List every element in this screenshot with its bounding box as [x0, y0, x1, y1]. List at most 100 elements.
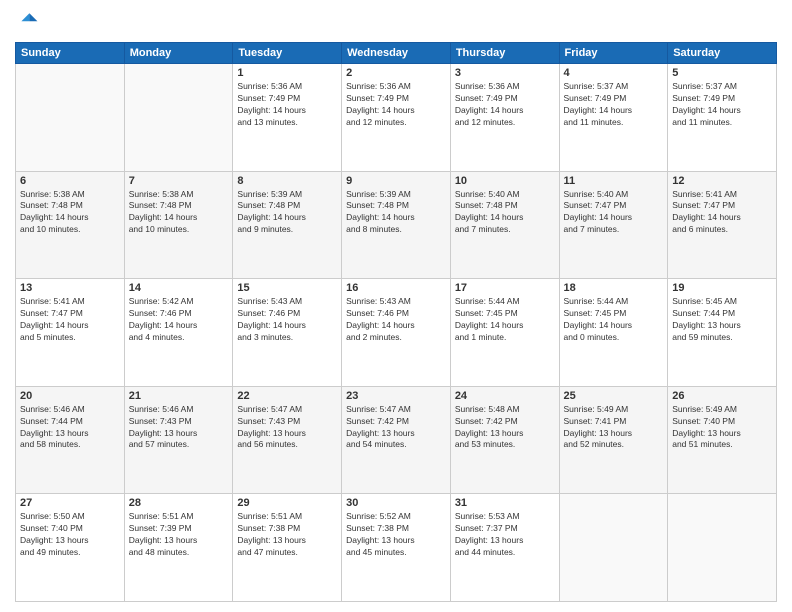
- cell-info: Sunrise: 5:48 AM Sunset: 7:42 PM Dayligh…: [455, 404, 555, 452]
- calendar-cell: 18 Sunrise: 5:44 AM Sunset: 7:45 PM Dayli…: [559, 279, 668, 387]
- cell-date: 21: [129, 390, 229, 402]
- cell-info: Sunrise: 5:49 AM Sunset: 7:40 PM Dayligh…: [672, 404, 772, 452]
- cell-info: Sunrise: 5:51 AM Sunset: 7:39 PM Dayligh…: [129, 511, 229, 559]
- calendar-cell: 28 Sunrise: 5:51 AM Sunset: 7:39 PM Dayli…: [124, 494, 233, 602]
- calendar-cell: 1 Sunrise: 5:36 AM Sunset: 7:49 PM Daylig…: [233, 64, 342, 172]
- cell-date: 25: [564, 390, 664, 402]
- cell-date: 16: [346, 282, 446, 294]
- logo-icon: [15, 10, 39, 34]
- calendar-cell: 16 Sunrise: 5:43 AM Sunset: 7:46 PM Dayli…: [342, 279, 451, 387]
- cell-info: Sunrise: 5:47 AM Sunset: 7:43 PM Dayligh…: [237, 404, 337, 452]
- calendar-cell: 14 Sunrise: 5:42 AM Sunset: 7:46 PM Dayli…: [124, 279, 233, 387]
- logo: [15, 10, 43, 34]
- calendar-cell: 31 Sunrise: 5:53 AM Sunset: 7:37 PM Dayli…: [450, 494, 559, 602]
- cell-info: Sunrise: 5:46 AM Sunset: 7:43 PM Dayligh…: [129, 404, 229, 452]
- calendar-cell: [559, 494, 668, 602]
- cell-date: 29: [237, 497, 337, 509]
- calendar-cell: 22 Sunrise: 5:47 AM Sunset: 7:43 PM Dayli…: [233, 386, 342, 494]
- cell-info: Sunrise: 5:40 AM Sunset: 7:48 PM Dayligh…: [455, 189, 555, 237]
- calendar-cell: 11 Sunrise: 5:40 AM Sunset: 7:47 PM Dayli…: [559, 171, 668, 279]
- calendar-cell: 26 Sunrise: 5:49 AM Sunset: 7:40 PM Dayli…: [668, 386, 777, 494]
- cell-info: Sunrise: 5:43 AM Sunset: 7:46 PM Dayligh…: [237, 296, 337, 344]
- header: [15, 10, 777, 34]
- cell-date: 11: [564, 175, 664, 187]
- calendar-week-4: 20Sunrise: 5:46 AM Sunset: 7:44 PM Dayli…: [16, 386, 777, 494]
- cell-date: 18: [564, 282, 664, 294]
- cell-info: Sunrise: 5:51 AM Sunset: 7:38 PM Dayligh…: [237, 511, 337, 559]
- weekday-header-saturday: Saturday: [668, 43, 777, 64]
- calendar-cell: 20Sunrise: 5:46 AM Sunset: 7:44 PM Dayli…: [16, 386, 125, 494]
- calendar-week-2: 6 Sunrise: 5:38 AM Sunset: 7:48 PM Daylig…: [16, 171, 777, 279]
- cell-info: Sunrise: 5:38 AM Sunset: 7:48 PM Dayligh…: [129, 189, 229, 237]
- calendar-cell: [668, 494, 777, 602]
- cell-date: 24: [455, 390, 555, 402]
- cell-info: Sunrise: 5:47 AM Sunset: 7:42 PM Dayligh…: [346, 404, 446, 452]
- cell-date: 9: [346, 175, 446, 187]
- weekday-row: SundayMondayTuesdayWednesdayThursdayFrid…: [16, 43, 777, 64]
- calendar-cell: 4 Sunrise: 5:37 AM Sunset: 7:49 PM Daylig…: [559, 64, 668, 172]
- cell-date: 22: [237, 390, 337, 402]
- weekday-header-wednesday: Wednesday: [342, 43, 451, 64]
- cell-info: Sunrise: 5:40 AM Sunset: 7:47 PM Dayligh…: [564, 189, 664, 237]
- cell-info: Sunrise: 5:44 AM Sunset: 7:45 PM Dayligh…: [564, 296, 664, 344]
- calendar-header: SundayMondayTuesdayWednesdayThursdayFrid…: [16, 43, 777, 64]
- calendar-cell: 5 Sunrise: 5:37 AM Sunset: 7:49 PM Daylig…: [668, 64, 777, 172]
- cell-info: Sunrise: 5:43 AM Sunset: 7:46 PM Dayligh…: [346, 296, 446, 344]
- cell-date: 1: [237, 67, 337, 79]
- calendar-cell: 12Sunrise: 5:41 AM Sunset: 7:47 PM Dayli…: [668, 171, 777, 279]
- cell-date: 3: [455, 67, 555, 79]
- cell-info: Sunrise: 5:37 AM Sunset: 7:49 PM Dayligh…: [672, 81, 772, 129]
- cell-date: 6: [20, 175, 120, 187]
- page: SundayMondayTuesdayWednesdayThursdayFrid…: [0, 0, 792, 612]
- cell-date: 17: [455, 282, 555, 294]
- cell-date: 12: [672, 175, 772, 187]
- cell-info: Sunrise: 5:44 AM Sunset: 7:45 PM Dayligh…: [455, 296, 555, 344]
- cell-info: Sunrise: 5:36 AM Sunset: 7:49 PM Dayligh…: [346, 81, 446, 129]
- cell-date: 15: [237, 282, 337, 294]
- calendar-cell: 19Sunrise: 5:45 AM Sunset: 7:44 PM Dayli…: [668, 279, 777, 387]
- cell-info: Sunrise: 5:41 AM Sunset: 7:47 PM Dayligh…: [20, 296, 120, 344]
- calendar: SundayMondayTuesdayWednesdayThursdayFrid…: [15, 42, 777, 602]
- calendar-body: 1 Sunrise: 5:36 AM Sunset: 7:49 PM Daylig…: [16, 64, 777, 602]
- cell-date: 26: [672, 390, 772, 402]
- cell-date: 5: [672, 67, 772, 79]
- cell-date: 4: [564, 67, 664, 79]
- cell-info: Sunrise: 5:45 AM Sunset: 7:44 PM Dayligh…: [672, 296, 772, 344]
- cell-info: Sunrise: 5:53 AM Sunset: 7:37 PM Dayligh…: [455, 511, 555, 559]
- cell-info: Sunrise: 5:37 AM Sunset: 7:49 PM Dayligh…: [564, 81, 664, 129]
- cell-date: 10: [455, 175, 555, 187]
- weekday-header-sunday: Sunday: [16, 43, 125, 64]
- calendar-cell: 23 Sunrise: 5:47 AM Sunset: 7:42 PM Dayli…: [342, 386, 451, 494]
- cell-date: 28: [129, 497, 229, 509]
- calendar-cell: 6Sunrise: 5:38 AM Sunset: 7:48 PM Daylig…: [16, 171, 125, 279]
- calendar-cell: 13 Sunrise: 5:41 AM Sunset: 7:47 PM Dayli…: [16, 279, 125, 387]
- calendar-week-5: 27Sunrise: 5:50 AM Sunset: 7:40 PM Dayli…: [16, 494, 777, 602]
- calendar-cell: 3Sunrise: 5:36 AM Sunset: 7:49 PM Daylig…: [450, 64, 559, 172]
- calendar-cell: 9 Sunrise: 5:39 AM Sunset: 7:48 PM Daylig…: [342, 171, 451, 279]
- cell-date: 31: [455, 497, 555, 509]
- calendar-cell: 21 Sunrise: 5:46 AM Sunset: 7:43 PM Dayli…: [124, 386, 233, 494]
- cell-info: Sunrise: 5:49 AM Sunset: 7:41 PM Dayligh…: [564, 404, 664, 452]
- cell-date: 13: [20, 282, 120, 294]
- cell-date: 30: [346, 497, 446, 509]
- cell-info: Sunrise: 5:52 AM Sunset: 7:38 PM Dayligh…: [346, 511, 446, 559]
- weekday-header-monday: Monday: [124, 43, 233, 64]
- calendar-cell: [16, 64, 125, 172]
- cell-date: 14: [129, 282, 229, 294]
- cell-date: 2: [346, 67, 446, 79]
- cell-info: Sunrise: 5:42 AM Sunset: 7:46 PM Dayligh…: [129, 296, 229, 344]
- cell-date: 23: [346, 390, 446, 402]
- calendar-cell: 7 Sunrise: 5:38 AM Sunset: 7:48 PM Daylig…: [124, 171, 233, 279]
- cell-info: Sunrise: 5:36 AM Sunset: 7:49 PM Dayligh…: [237, 81, 337, 129]
- calendar-cell: 30 Sunrise: 5:52 AM Sunset: 7:38 PM Dayli…: [342, 494, 451, 602]
- cell-info: Sunrise: 5:39 AM Sunset: 7:48 PM Dayligh…: [346, 189, 446, 237]
- weekday-header-friday: Friday: [559, 43, 668, 64]
- cell-date: 7: [129, 175, 229, 187]
- calendar-cell: 2 Sunrise: 5:36 AM Sunset: 7:49 PM Daylig…: [342, 64, 451, 172]
- calendar-cell: 27Sunrise: 5:50 AM Sunset: 7:40 PM Dayli…: [16, 494, 125, 602]
- calendar-cell: 29 Sunrise: 5:51 AM Sunset: 7:38 PM Dayli…: [233, 494, 342, 602]
- calendar-cell: [124, 64, 233, 172]
- weekday-header-tuesday: Tuesday: [233, 43, 342, 64]
- cell-info: Sunrise: 5:50 AM Sunset: 7:40 PM Dayligh…: [20, 511, 120, 559]
- calendar-cell: 17 Sunrise: 5:44 AM Sunset: 7:45 PM Dayli…: [450, 279, 559, 387]
